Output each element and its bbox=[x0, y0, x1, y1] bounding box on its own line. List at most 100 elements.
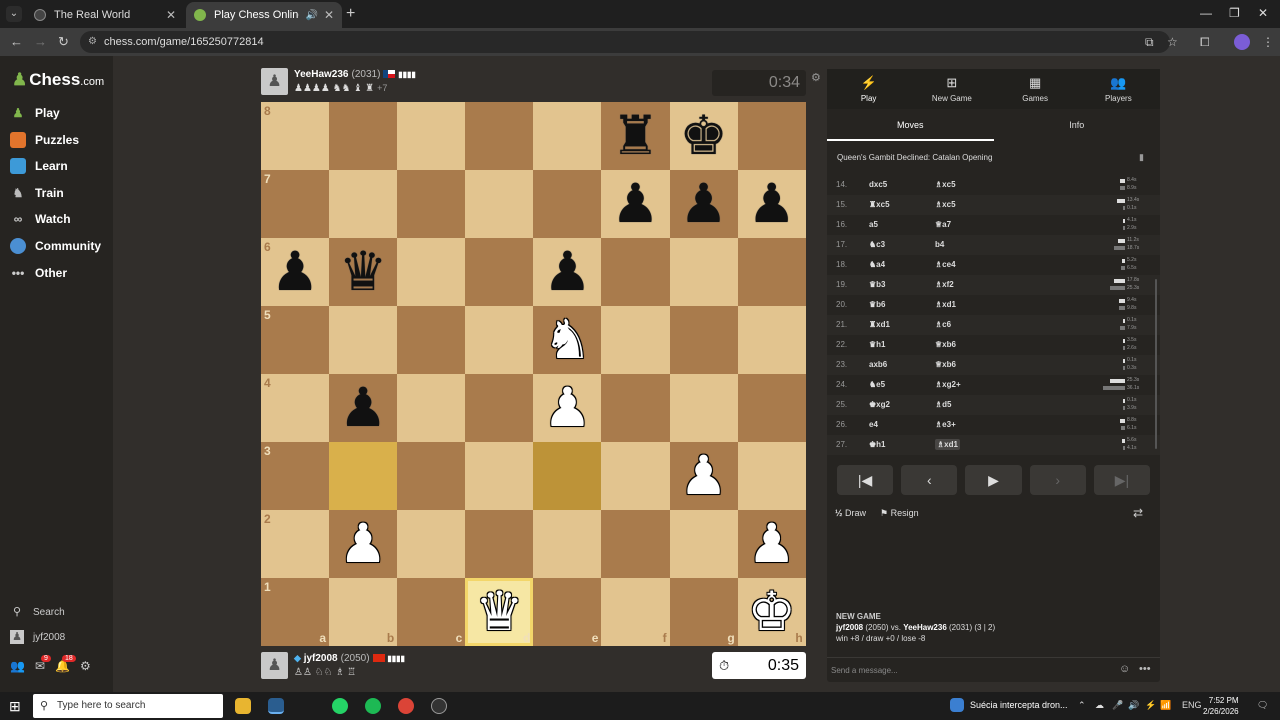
square-g6[interactable] bbox=[669, 238, 738, 306]
white-move[interactable]: ♜xc5 bbox=[869, 200, 890, 209]
mail-icon[interactable]: ✉ 9 bbox=[35, 655, 51, 673]
restore-button[interactable]: ❐ bbox=[1229, 6, 1240, 20]
white-knight[interactable]: ♞ bbox=[543, 313, 591, 367]
last-move-button[interactable]: ▶| bbox=[1093, 465, 1151, 495]
square-e7[interactable] bbox=[533, 170, 602, 238]
square-h8[interactable] bbox=[737, 102, 806, 170]
extensions-icon[interactable]: ⧠ bbox=[1200, 35, 1210, 50]
square-e4[interactable]: ♟ bbox=[533, 374, 602, 442]
forward-button[interactable]: → bbox=[34, 34, 47, 49]
chrome-icon[interactable] bbox=[398, 698, 414, 714]
white-move[interactable]: ♞a4 bbox=[869, 260, 885, 269]
resign-button[interactable]: ⚑ Resign bbox=[880, 508, 919, 519]
square-b6[interactable]: ♛ bbox=[329, 238, 398, 306]
player-name-line[interactable]: ◆ jyf2008 (2050) ▮▮▮▮ bbox=[294, 653, 405, 664]
square-b8[interactable] bbox=[329, 102, 398, 170]
square-b2[interactable]: ♟ bbox=[329, 510, 398, 578]
square-h1[interactable]: h ♚ bbox=[737, 578, 806, 646]
book-icon[interactable]: ▮ bbox=[1139, 152, 1144, 163]
square-a8[interactable]: 8 bbox=[261, 102, 330, 170]
opening-name[interactable]: Queen's Gambit Declined: Catalan Opening bbox=[837, 153, 992, 162]
square-f7[interactable]: ♟ bbox=[601, 170, 670, 238]
square-c5[interactable] bbox=[397, 306, 466, 374]
black-move[interactable]: ♗ce4 bbox=[935, 260, 956, 269]
square-b7[interactable] bbox=[329, 170, 398, 238]
black-queen[interactable]: ♛ bbox=[339, 245, 387, 299]
emoji-icon[interactable]: ☺ bbox=[1119, 663, 1130, 675]
black-move[interactable]: ♗d5 bbox=[935, 400, 952, 409]
white-move[interactable]: ♜xd1 bbox=[869, 320, 890, 329]
sidebar-search[interactable]: ⚲ Search bbox=[10, 605, 65, 619]
audio-icon[interactable]: 🔊 bbox=[305, 10, 317, 21]
sidebar-item-play[interactable]: ♟ Play bbox=[10, 105, 60, 121]
language-indicator[interactable]: ENG bbox=[1182, 700, 1202, 710]
sidebar-user[interactable]: ♟ jyf2008 bbox=[10, 630, 65, 644]
square-f1[interactable]: f bbox=[601, 578, 670, 646]
previous-move-button[interactable]: ‹ bbox=[901, 465, 958, 495]
white-pawn[interactable]: ♟ bbox=[339, 517, 387, 571]
chat-input[interactable]: Send a message... ☺ ••• bbox=[827, 657, 1160, 682]
square-c2[interactable] bbox=[397, 510, 466, 578]
square-a3[interactable]: 3 bbox=[261, 442, 330, 510]
square-g2[interactable] bbox=[669, 510, 738, 578]
draw-button[interactable]: ½ Draw bbox=[835, 508, 866, 519]
black-move[interactable]: ♗xd1 bbox=[935, 300, 956, 309]
url-field[interactable]: ⚙ chess.com/game/165250772814 bbox=[80, 31, 1170, 53]
square-a5[interactable]: 5 bbox=[261, 306, 330, 374]
next-move-button[interactable]: › bbox=[1029, 465, 1086, 495]
browser-tab-2[interactable]: Play Chess Online for FREE 🔊 ✕ bbox=[186, 2, 342, 28]
square-d5[interactable] bbox=[465, 306, 534, 374]
black-move[interactable]: ♗xf2 bbox=[935, 280, 954, 289]
square-e5[interactable]: ♞ bbox=[533, 306, 602, 374]
opponent-name-line[interactable]: YeeHaw236 (2031) ▮▮▮▮ bbox=[294, 69, 416, 80]
sidebar-item-learn[interactable]: Learn bbox=[10, 158, 68, 174]
square-a7[interactable]: 7 bbox=[261, 170, 330, 238]
move-list-scrollbar[interactable] bbox=[1155, 279, 1157, 449]
news-headline[interactable]: Suécia intercepta dron... bbox=[970, 700, 1068, 710]
spotify-icon[interactable] bbox=[365, 698, 381, 714]
square-c7[interactable] bbox=[397, 170, 466, 238]
white-move[interactable]: a5 bbox=[869, 220, 878, 229]
reload-button[interactable]: ↻ bbox=[58, 34, 69, 50]
tray-chevron-icon[interactable]: ⌃ bbox=[1078, 700, 1086, 711]
white-move[interactable]: e4 bbox=[869, 420, 878, 429]
opponent-avatar[interactable]: ♟ bbox=[261, 68, 288, 95]
square-a2[interactable]: 2 bbox=[261, 510, 330, 578]
microphone-icon[interactable]: 🎤 bbox=[1112, 700, 1123, 711]
black-pawn[interactable]: ♟ bbox=[339, 381, 387, 435]
square-e1[interactable]: e bbox=[533, 578, 602, 646]
white-queen[interactable]: ♛ bbox=[475, 585, 523, 639]
square-h4[interactable] bbox=[737, 374, 806, 442]
square-b3[interactable] bbox=[329, 442, 398, 510]
white-move[interactable]: axb6 bbox=[869, 360, 887, 369]
square-g1[interactable]: g bbox=[669, 578, 738, 646]
square-h7[interactable]: ♟ bbox=[737, 170, 806, 238]
square-a4[interactable]: 4 bbox=[261, 374, 330, 442]
square-c3[interactable] bbox=[397, 442, 466, 510]
square-e2[interactable] bbox=[533, 510, 602, 578]
play-button[interactable]: ▶ bbox=[965, 465, 1022, 495]
square-c4[interactable] bbox=[397, 374, 466, 442]
sidebar-item-puzzles[interactable]: Puzzles bbox=[10, 132, 79, 148]
square-f6[interactable] bbox=[601, 238, 670, 306]
install-app-icon[interactable]: ⧉ bbox=[1145, 35, 1154, 50]
file-explorer-icon[interactable] bbox=[235, 698, 251, 714]
chessboard[interactable]: 8 ♜ ♚ 7 ♟ ♟ ♟ 6 ♟ ♛ ♟ 5 ♞ 4 ♟ ♟ 3 ♟ 2 ♟ ♟ 1 a b c d ♛ e f g h ♚ bbox=[261, 102, 806, 646]
close-tab-icon[interactable]: ✕ bbox=[324, 8, 334, 22]
black-move[interactable]: ♕xb6 bbox=[935, 360, 956, 369]
black-pawn[interactable]: ♟ bbox=[611, 177, 659, 231]
square-g4[interactable] bbox=[669, 374, 738, 442]
tab-search-button[interactable]: ⌄ bbox=[6, 6, 22, 22]
white-move[interactable]: ♞c3 bbox=[869, 240, 885, 249]
square-h3[interactable] bbox=[737, 442, 806, 510]
square-e8[interactable] bbox=[533, 102, 602, 170]
square-h2[interactable]: ♟ bbox=[737, 510, 806, 578]
black-move[interactable]: ♗c6 bbox=[935, 320, 951, 329]
square-g8[interactable]: ♚ bbox=[669, 102, 738, 170]
square-b5[interactable] bbox=[329, 306, 398, 374]
bookmark-star-icon[interactable]: ☆ bbox=[1167, 35, 1178, 49]
square-g3[interactable]: ♟ bbox=[669, 442, 738, 510]
square-d2[interactable] bbox=[465, 510, 534, 578]
square-b1[interactable]: b bbox=[329, 578, 398, 646]
square-a1[interactable]: 1a bbox=[261, 578, 330, 646]
